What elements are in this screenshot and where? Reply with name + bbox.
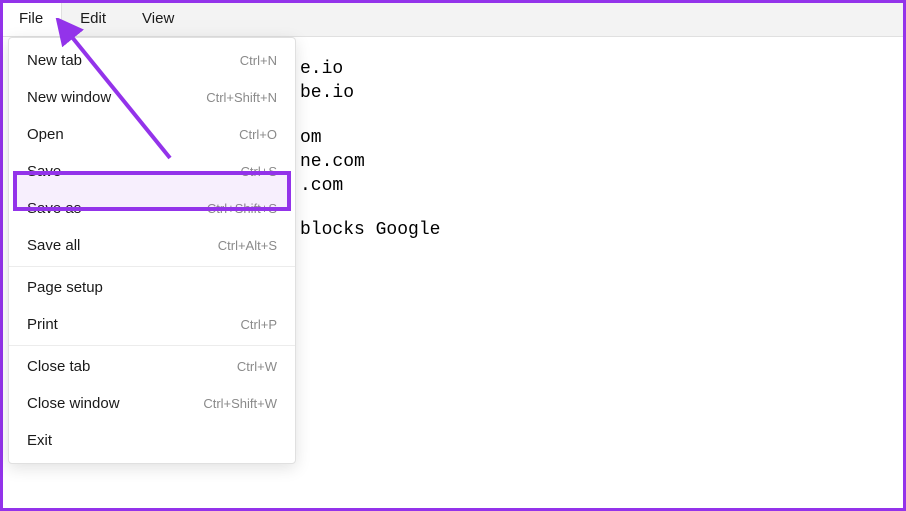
- menu-item-new-tab[interactable]: New tab Ctrl+N: [9, 42, 295, 79]
- text-block-3: blocks Google: [300, 218, 906, 242]
- menu-item-close-tab[interactable]: Close tab Ctrl+W: [9, 348, 295, 385]
- text-line: e.io: [300, 57, 906, 81]
- text-block-1: e.io be.io: [300, 57, 906, 106]
- menu-item-shortcut: Ctrl+Alt+S: [218, 238, 277, 253]
- menu-item-shortcut: Ctrl+W: [237, 359, 277, 374]
- menu-item-label: Save as: [27, 200, 81, 217]
- menu-item-label: New tab: [27, 52, 82, 69]
- menu-item-print[interactable]: Print Ctrl+P: [9, 306, 295, 343]
- menu-item-shortcut: Ctrl+Shift+S: [207, 201, 277, 216]
- menu-item-label: Exit: [27, 432, 52, 449]
- menu-item-save-as[interactable]: Save as Ctrl+Shift+S: [9, 190, 295, 227]
- menu-item-close-window[interactable]: Close window Ctrl+Shift+W: [9, 385, 295, 422]
- menu-item-label: Close window: [27, 395, 120, 412]
- menu-item-label: Save all: [27, 237, 80, 254]
- menu-item-shortcut: Ctrl+O: [239, 127, 277, 142]
- menu-item-shortcut: Ctrl+Shift+W: [203, 396, 277, 411]
- menu-item-label: Print: [27, 316, 58, 333]
- text-line: blocks Google: [300, 218, 906, 242]
- menu-item-label: Close tab: [27, 358, 90, 375]
- menu-item-shortcut: Ctrl+N: [240, 53, 277, 68]
- menu-item-save[interactable]: Save Ctrl+S: [9, 153, 295, 190]
- file-dropdown-menu: New tab Ctrl+N New window Ctrl+Shift+N O…: [8, 37, 296, 464]
- text-block-2: om ne.com .com: [300, 126, 906, 199]
- menu-item-open[interactable]: Open Ctrl+O: [9, 116, 295, 153]
- text-line: ne.com: [300, 150, 906, 174]
- menu-item-shortcut: Ctrl+P: [241, 317, 277, 332]
- menu-item-label: Save: [27, 163, 61, 180]
- menu-item-label: Open: [27, 126, 64, 143]
- menu-item-save-all[interactable]: Save all Ctrl+Alt+S: [9, 227, 295, 264]
- text-line: om: [300, 126, 906, 150]
- menu-item-label: Page setup: [27, 279, 103, 296]
- text-line: be.io: [300, 81, 906, 105]
- menu-separator: [9, 266, 295, 267]
- menu-item-label: New window: [27, 89, 111, 106]
- menu-item-shortcut: Ctrl+Shift+N: [206, 90, 277, 105]
- menu-separator: [9, 345, 295, 346]
- menu-item-exit[interactable]: Exit: [9, 422, 295, 459]
- menu-item-page-setup[interactable]: Page setup: [9, 269, 295, 306]
- menu-item-shortcut: Ctrl+S: [241, 164, 277, 179]
- text-line: .com: [300, 174, 906, 198]
- menu-item-new-window[interactable]: New window Ctrl+Shift+N: [9, 79, 295, 116]
